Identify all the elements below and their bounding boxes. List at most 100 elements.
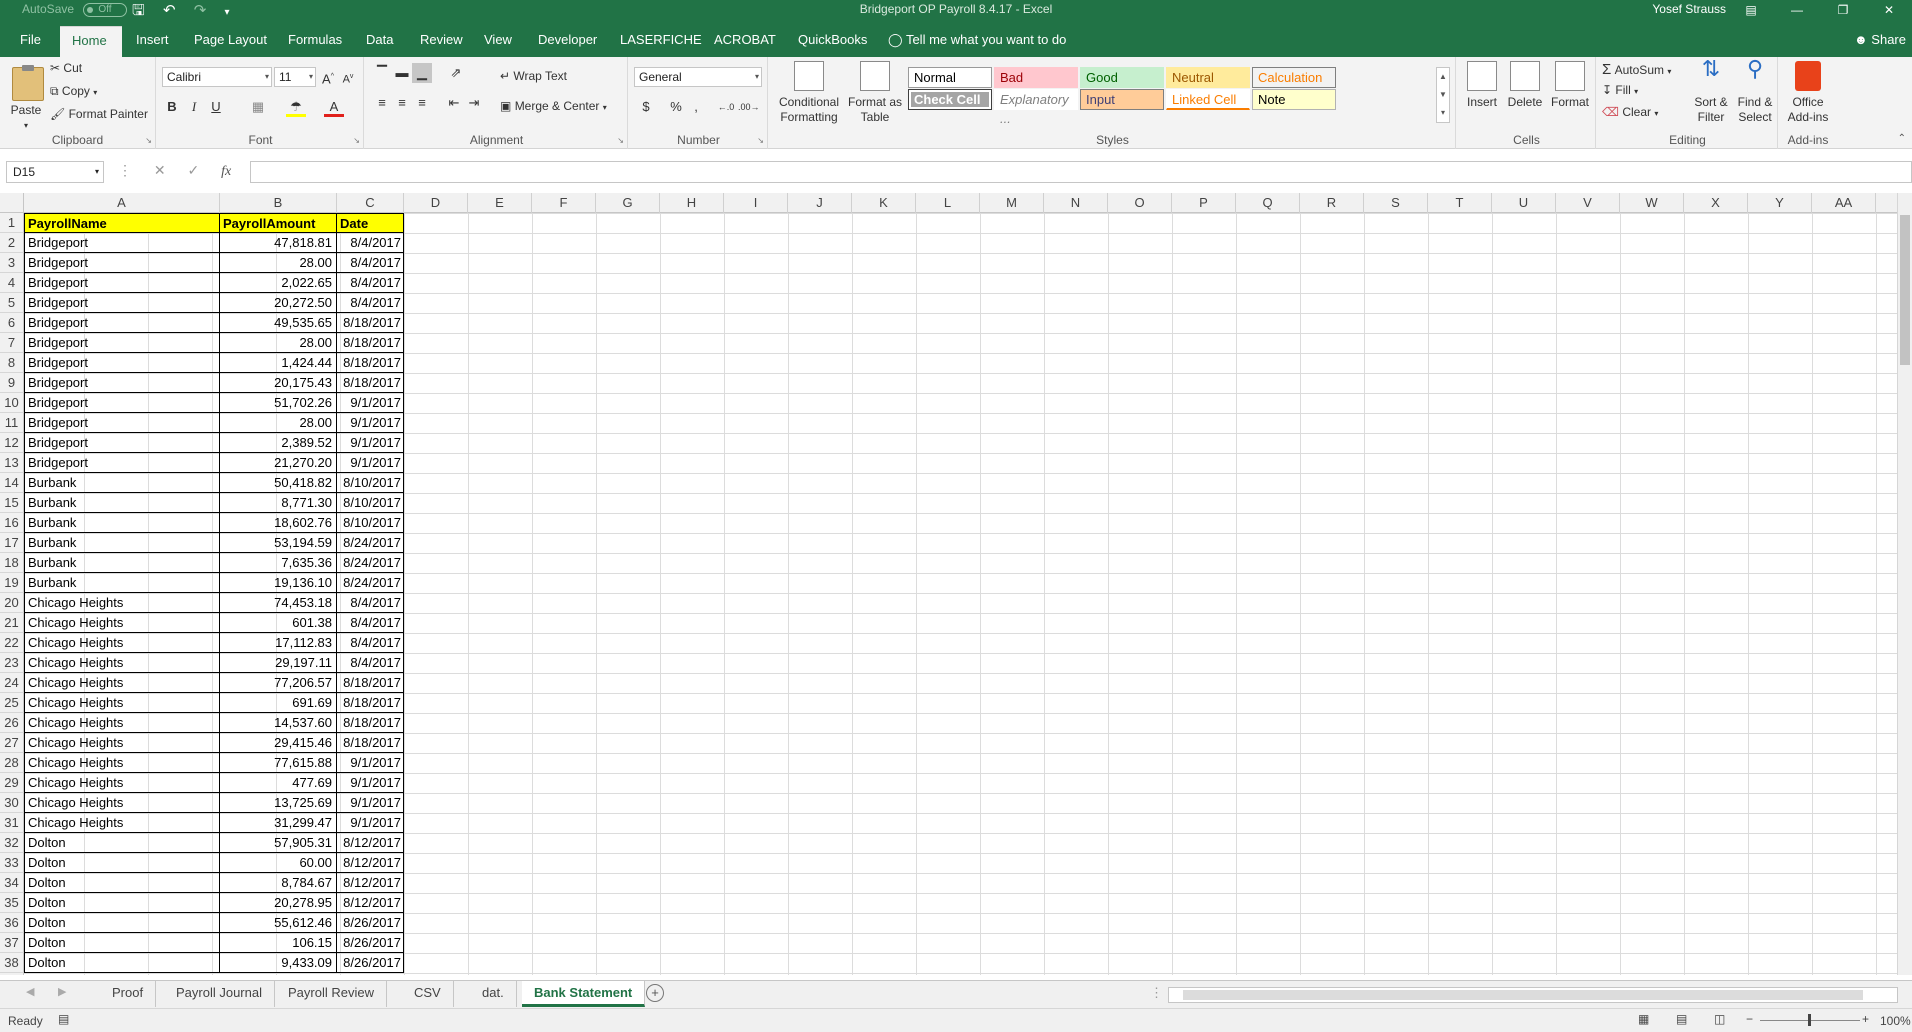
column-header-f[interactable]: F xyxy=(532,193,596,213)
row-header[interactable]: 20 xyxy=(0,593,24,613)
tab-quickbooks[interactable]: QuickBooks xyxy=(786,26,879,57)
cell-payroll-name[interactable]: Bridgeport xyxy=(24,313,220,333)
zoom-level[interactable]: 100% xyxy=(1880,1014,1911,1028)
header-payroll-name[interactable]: PayrollName xyxy=(24,213,220,233)
cell-payroll-amount[interactable]: 691.69 xyxy=(220,693,337,713)
row-header[interactable]: 2 xyxy=(0,233,24,253)
row-header[interactable]: 3 xyxy=(0,253,24,273)
format-as-table-button[interactable]: Format as Table xyxy=(846,61,904,125)
cell-payroll-amount[interactable]: 601.38 xyxy=(220,613,337,633)
row-header[interactable]: 11 xyxy=(0,413,24,433)
cell-payroll-name[interactable]: Burbank xyxy=(24,553,220,573)
cell-payroll-amount[interactable]: 55,612.46 xyxy=(220,913,337,933)
cell-payroll-name[interactable]: Bridgeport xyxy=(24,433,220,453)
row-header[interactable]: 13 xyxy=(0,453,24,473)
underline-button[interactable]: U xyxy=(206,97,226,117)
cell-payroll-name[interactable]: Chicago Heights xyxy=(24,813,220,833)
cell-payroll-amount[interactable]: 2,022.65 xyxy=(220,273,337,293)
horizontal-scrollbar[interactable] xyxy=(1168,987,1898,1003)
select-all-corner[interactable] xyxy=(0,193,24,213)
cell-date[interactable]: 8/24/2017 xyxy=(337,533,404,553)
cell-payroll-amount[interactable]: 77,206.57 xyxy=(220,673,337,693)
cell-payroll-name[interactable]: Chicago Heights xyxy=(24,733,220,753)
column-header-h[interactable]: H xyxy=(660,193,724,213)
cell-date[interactable]: 9/1/2017 xyxy=(337,813,404,833)
row-header[interactable]: 34 xyxy=(0,873,24,893)
row-header[interactable]: 18 xyxy=(0,553,24,573)
cell-date[interactable]: 9/1/2017 xyxy=(337,453,404,473)
scroll-tabs-right-icon[interactable]: ▶ xyxy=(58,985,66,998)
column-header-g[interactable]: G xyxy=(596,193,660,213)
cell-style-input[interactable]: Input xyxy=(1080,89,1164,110)
cell-style-linked-cell[interactable]: Linked Cell xyxy=(1166,89,1250,110)
cell-payroll-name[interactable]: Burbank xyxy=(24,513,220,533)
dialog-launcher-icon[interactable]: ↘ xyxy=(353,136,360,145)
vertical-scrollbar[interactable] xyxy=(1897,193,1912,975)
row-header[interactable]: 7 xyxy=(0,333,24,353)
column-header-o[interactable]: O xyxy=(1108,193,1172,213)
cell-date[interactable]: 8/26/2017 xyxy=(337,953,404,973)
row-header[interactable]: 19 xyxy=(0,573,24,593)
cell-date[interactable]: 8/10/2017 xyxy=(337,493,404,513)
cell-payroll-name[interactable]: Bridgeport xyxy=(24,413,220,433)
cell-style-bad[interactable]: Bad xyxy=(994,67,1078,88)
dialog-launcher-icon[interactable]: ↘ xyxy=(757,136,764,145)
cell-payroll-name[interactable]: Chicago Heights xyxy=(24,793,220,813)
decrease-indent-icon[interactable]: ⇤ xyxy=(444,93,464,113)
fill-button[interactable]: ↧ Fill ▾ xyxy=(1602,83,1638,97)
sheet-tab-payroll-review[interactable]: Payroll Review xyxy=(276,981,387,1007)
row-header[interactable]: 16 xyxy=(0,513,24,533)
row-header[interactable]: 39 xyxy=(0,973,24,975)
office-addins-button[interactable]: Office Add-ins xyxy=(1782,61,1834,125)
tab-view[interactable]: View xyxy=(472,26,524,57)
cell-payroll-amount[interactable]: 51,702.26 xyxy=(220,393,337,413)
cell-payroll-amount[interactable]: 8,784.67 xyxy=(220,873,337,893)
dialog-launcher-icon[interactable]: ↘ xyxy=(617,136,624,145)
cell-payroll-amount[interactable]: 14,537.60 xyxy=(220,713,337,733)
macro-record-icon[interactable]: ▤ xyxy=(58,1012,69,1026)
cell-payroll-amount[interactable]: 1,424.44 xyxy=(220,353,337,373)
row-header[interactable]: 37 xyxy=(0,933,24,953)
cell-payroll-name[interactable]: Bridgeport xyxy=(24,373,220,393)
cell-payroll-amount[interactable]: 7,635.36 xyxy=(220,553,337,573)
column-header-u[interactable]: U xyxy=(1492,193,1556,213)
sheet-tab-csv[interactable]: CSV xyxy=(402,981,454,1007)
row-header[interactable]: 38 xyxy=(0,953,24,973)
cell-payroll-amount[interactable]: 31,299.47 xyxy=(220,813,337,833)
cell-date[interactable]: 8/10/2017 xyxy=(337,473,404,493)
cell-payroll-amount[interactable]: 53,194.59 xyxy=(220,533,337,553)
zoom-in-icon[interactable]: + xyxy=(1862,1012,1869,1026)
merge-center-button[interactable]: ▣ Merge & Center ▾ xyxy=(500,99,607,113)
cell-date[interactable]: 9/1/2017 xyxy=(337,773,404,793)
cell-date[interactable]: 9/1/2017 xyxy=(337,433,404,453)
cell-date[interactable]: 9/1/2017 xyxy=(337,413,404,433)
cell-date[interactable]: 8/4/2017 xyxy=(337,233,404,253)
cell-payroll-amount[interactable]: 57,905.31 xyxy=(220,833,337,853)
cell-date[interactable]: 8/18/2017 xyxy=(337,693,404,713)
cell-payroll-amount[interactable]: 28.00 xyxy=(220,333,337,353)
column-header-p[interactable]: P xyxy=(1172,193,1236,213)
column-header-m[interactable]: M xyxy=(980,193,1044,213)
cell-payroll-amount[interactable]: 19,136.10 xyxy=(220,573,337,593)
cell-date[interactable]: 8/18/2017 xyxy=(337,373,404,393)
cell-date[interactable]: 8/12/2017 xyxy=(337,893,404,913)
page-layout-view-icon[interactable]: ▤ xyxy=(1676,1012,1687,1026)
row-header[interactable]: 17 xyxy=(0,533,24,553)
align-left-icon[interactable]: ≡ xyxy=(372,93,392,113)
cell-payroll-name[interactable]: Bridgeport xyxy=(24,293,220,313)
cell-payroll-name[interactable]: Chicago Heights xyxy=(24,773,220,793)
column-header-x[interactable]: X xyxy=(1684,193,1748,213)
page-break-view-icon[interactable]: ◫ xyxy=(1714,1012,1725,1026)
cell-payroll-amount[interactable]: 50,418.82 xyxy=(220,473,337,493)
font-color-icon[interactable]: A xyxy=(324,97,344,117)
cell-payroll-name[interactable]: Chicago Heights xyxy=(24,613,220,633)
vertical-scroll-thumb[interactable] xyxy=(1900,215,1910,365)
row-header[interactable]: 5 xyxy=(0,293,24,313)
tab-acrobat[interactable]: ACROBAT xyxy=(702,26,788,57)
row-header[interactable]: 6 xyxy=(0,313,24,333)
cell-payroll-name[interactable]: Chicago Heights xyxy=(24,673,220,693)
insert-function-icon[interactable]: fx xyxy=(221,164,231,179)
cell-payroll-name[interactable]: Dolton xyxy=(24,853,220,873)
cell-date[interactable]: 8/24/2017 xyxy=(337,573,404,593)
column-header-n[interactable]: N xyxy=(1044,193,1108,213)
